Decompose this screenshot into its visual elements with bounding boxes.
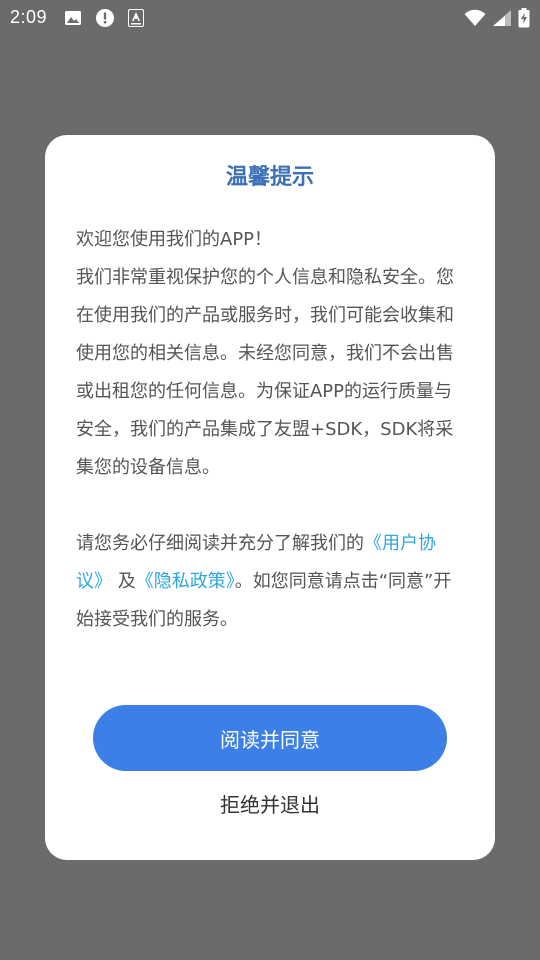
dialog-body: 欢迎您使用我们的APP！ 我们非常重视保护您的个人信息和隐私安全。您在使用我们的… bbox=[76, 221, 466, 639]
image-icon bbox=[64, 10, 82, 26]
consent-prefix-text: 请您务必仔细阅读并充分了解我们的 bbox=[76, 533, 364, 554]
status-bar: 2:09 bbox=[0, 0, 540, 36]
status-icons-left bbox=[64, 9, 144, 27]
screen: 2:09 温馨提示 欢迎您使用我们的APP！ 我们非常重视保护您的个人信息和隐私… bbox=[0, 0, 540, 960]
agree-button[interactable]: 阅读并同意 bbox=[93, 705, 447, 771]
consent-and-text: 及 bbox=[117, 571, 136, 592]
consent-paragraph: 请您务必仔细阅读并充分了解我们的《用户协议》 及《隐私政策》。如您同意请点击“同… bbox=[76, 525, 466, 639]
wifi-icon bbox=[464, 9, 486, 27]
privacy-statement-text: 我们非常重视保护您的个人信息和隐私安全。您在使用我们的产品或服务时，我们可能会收… bbox=[76, 267, 454, 478]
welcome-text: 欢迎您使用我们的APP！ bbox=[76, 229, 273, 250]
status-icons-right bbox=[464, 8, 530, 28]
privacy-dialog: 温馨提示 欢迎您使用我们的APP！ 我们非常重视保护您的个人信息和隐私安全。您在… bbox=[45, 135, 495, 860]
status-time: 2:09 bbox=[10, 7, 48, 27]
battery-charging-icon bbox=[518, 8, 530, 28]
dialog-title: 温馨提示 bbox=[225, 165, 314, 190]
reject-exit-button[interactable]: 拒绝并退出 bbox=[45, 787, 495, 823]
font-a-icon bbox=[128, 9, 144, 27]
privacy-policy-link[interactable]: 《隐私政策》 bbox=[136, 571, 235, 592]
signal-icon bbox=[492, 9, 512, 27]
alert-icon bbox=[96, 9, 114, 27]
